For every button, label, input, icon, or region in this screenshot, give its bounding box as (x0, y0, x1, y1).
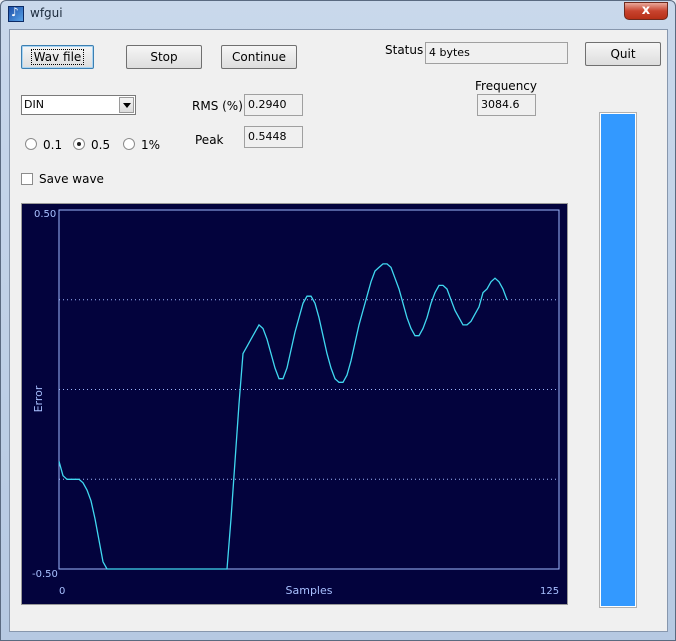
range-radio-0-5[interactable] (73, 138, 85, 150)
plot-gridlines (59, 299, 559, 480)
save-wave-checkbox[interactable] (21, 173, 33, 185)
status-field: 4 bytes (425, 42, 568, 64)
wav-file-button[interactable]: Wav file (21, 45, 94, 69)
client-area: Wav file Stop Continue Quit Status 4 byt… (9, 29, 668, 632)
error-series-line (58, 263, 508, 570)
range-radio-0-1[interactable] (25, 138, 37, 150)
range-label-0-1: 0.1 (43, 138, 63, 152)
app-icon (8, 5, 24, 22)
save-wave-label: Save wave (39, 172, 104, 186)
peak-label: Peak (195, 133, 224, 147)
frequency-label: Frequency (475, 79, 537, 93)
peak-field: 0.5448 (244, 126, 303, 148)
title-bar[interactable]: wfgui x (1, 1, 675, 27)
x-axis-label: Samples (286, 584, 333, 597)
range-label-0-5: 0.5 (91, 138, 111, 152)
level-meter-fill (601, 114, 635, 606)
x-tick-label-left: 0 (59, 586, 65, 597)
range-radio-1-percent[interactable] (123, 138, 135, 150)
weighting-select[interactable]: DIN (21, 95, 136, 115)
app-window: wfgui x Wav file Stop Continue Quit Stat… (0, 0, 676, 641)
rms-label: RMS (%) (192, 99, 243, 113)
quit-button[interactable]: Quit (585, 42, 661, 66)
frequency-field: 3084.6 (477, 94, 536, 116)
x-tick-label-right: 125 (540, 586, 559, 597)
status-label: Status (385, 43, 424, 57)
level-meter (599, 112, 637, 608)
y-tick-label-bottom: -0.50 (32, 569, 58, 580)
range-label-1-percent: 1% (141, 138, 161, 152)
error-chart-svg: 0.50 -0.50 0 125 Samples Error (32, 209, 560, 597)
y-axis-label: Error (32, 385, 45, 412)
rms-field: 0.2940 (244, 94, 303, 116)
wav-file-label: Wav file (30, 49, 85, 65)
continue-button[interactable]: Continue (221, 45, 297, 69)
y-tick-label-top: 0.50 (34, 209, 56, 220)
weighting-selected-value: DIN (24, 98, 44, 111)
error-plot: 0.50 -0.50 0 125 Samples Error (21, 203, 568, 605)
chevron-down-icon[interactable] (119, 97, 134, 113)
window-title: wfgui (30, 6, 63, 20)
close-button[interactable]: x (624, 2, 668, 20)
stop-button[interactable]: Stop (126, 45, 202, 69)
